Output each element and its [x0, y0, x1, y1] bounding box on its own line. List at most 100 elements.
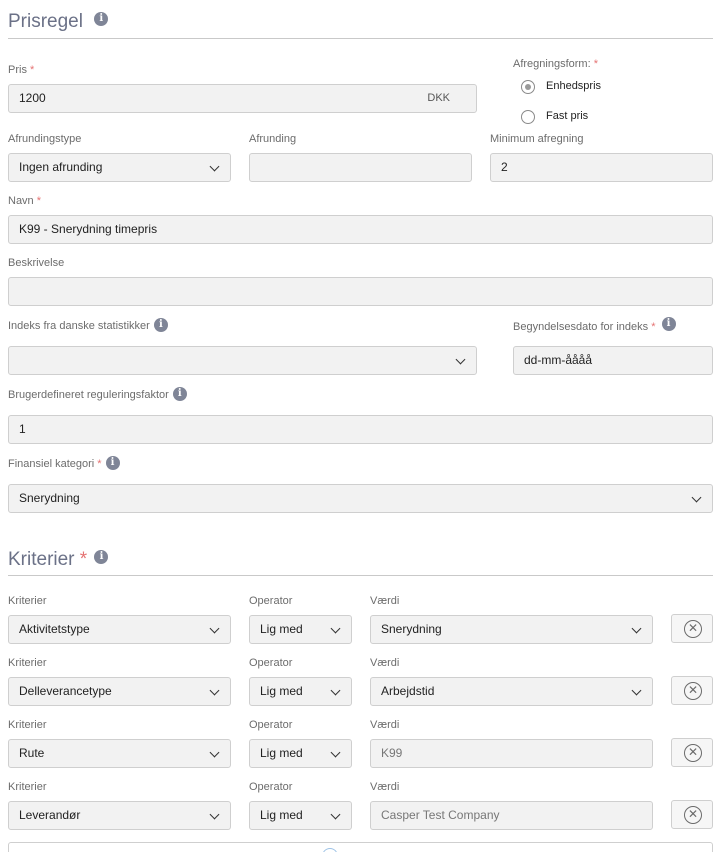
remove-criteria-button[interactable]: ✕ — [671, 738, 713, 767]
chevron-down-icon — [455, 354, 466, 365]
reguleringsfaktor-value: 1 — [19, 422, 26, 436]
pris-label: Pris * — [8, 64, 35, 76]
chevron-down-icon — [209, 809, 220, 820]
chevron-down-icon — [330, 809, 341, 820]
navn-value: K99 - Snerydning timepris — [19, 222, 158, 236]
divider — [8, 575, 713, 576]
kriterie-value: Leverandør — [19, 808, 81, 822]
radio-enhedspris[interactable] — [521, 80, 535, 94]
kriterie-value: Rute — [19, 746, 45, 760]
vaerdi-value: Arbejdstid — [381, 684, 435, 698]
prisregel-title-text: Prisregel — [8, 11, 83, 32]
divider — [8, 38, 713, 39]
vaerdi-label: Værdi — [370, 657, 400, 669]
finansiel-kategori-select[interactable]: Snerydning — [8, 484, 713, 513]
minimum-afregning-value: 2 — [501, 160, 508, 174]
afrunding-input[interactable] — [249, 153, 472, 182]
begyndelsesdato-label: Begyndelsesdato for indeks * i — [513, 317, 676, 334]
radio-fast-pris-label[interactable]: Fast pris — [546, 110, 588, 122]
finansiel-kategori-label: Finansiel kategori * i — [8, 456, 120, 471]
close-circle-icon: ✕ — [684, 806, 702, 824]
operator-value: Lig med — [260, 808, 303, 822]
vaerdi-value: K99 — [381, 746, 403, 760]
vaerdi-label: Værdi — [370, 595, 400, 607]
loading-spinner-icon — [322, 848, 338, 852]
pris-value: 1200 — [19, 91, 46, 105]
indeks-select[interactable] — [8, 346, 477, 375]
kriterie-label: Kriterier — [8, 781, 47, 793]
close-circle-icon: ✕ — [684, 620, 702, 638]
remove-criteria-button[interactable]: ✕ — [671, 676, 713, 705]
operator-value: Lig med — [260, 684, 303, 698]
vaerdi-label: Værdi — [370, 781, 400, 793]
vaerdi-value: Snerydning — [381, 622, 442, 636]
minimum-afregning-label: Minimum afregning — [490, 133, 584, 145]
reguleringsfaktor-label-text: Brugerdefineret reguleringsfaktor — [8, 388, 169, 401]
chevron-down-icon — [209, 747, 220, 758]
kriterie-label: Kriterier — [8, 657, 47, 669]
vaerdi-input[interactable]: Casper Test Company — [370, 801, 653, 830]
finansiel-kategori-value: Snerydning — [19, 491, 80, 505]
info-icon[interactable]: i — [94, 549, 109, 564]
finansiel-kategori-label-text: Finansiel kategori — [8, 457, 95, 470]
vaerdi-label: Værdi — [370, 719, 400, 731]
afregningsform-label: Afregningsform: * — [513, 58, 598, 70]
vaerdi-input[interactable]: K99 — [370, 739, 653, 768]
operator-label: Operator — [249, 657, 293, 669]
info-icon[interactable]: i — [105, 456, 120, 470]
operator-label: Operator — [249, 595, 293, 607]
section-kriterier-title: Kriterier * i — [8, 549, 109, 571]
kriterie-select[interactable]: Delleverancetype — [8, 677, 231, 706]
afregningsform-label-text: Afregningsform: — [513, 58, 591, 70]
remove-criteria-button[interactable]: ✕ — [671, 614, 713, 643]
operator-value: Lig med — [260, 622, 303, 636]
kriterie-value: Aktivitetstype — [19, 622, 90, 636]
kriterie-select[interactable]: Leverandør — [8, 801, 231, 830]
navn-label-text: Navn — [8, 195, 34, 207]
info-icon[interactable]: i — [661, 317, 676, 331]
vaerdi-select[interactable]: Arbejdstid — [370, 677, 653, 706]
afrundingstype-select[interactable]: Ingen afrunding — [8, 153, 231, 182]
minimum-afregning-input[interactable]: 2 — [490, 153, 713, 182]
operator-select[interactable]: Lig med — [249, 739, 352, 768]
begyndelsesdato-label-text: Begyndelsesdato for indeks — [513, 320, 649, 333]
operator-label: Operator — [249, 719, 293, 731]
remove-criteria-button[interactable]: ✕ — [671, 800, 713, 829]
info-icon[interactable]: i — [153, 318, 168, 332]
afrundingstype-value: Ingen afrunding — [19, 160, 103, 174]
info-icon[interactable]: i — [94, 11, 109, 26]
begyndelsesdato-input[interactable]: dd-mm-åååå — [513, 346, 713, 375]
kriterie-select[interactable]: Aktivitetstype — [8, 615, 231, 644]
info-icon[interactable]: i — [172, 387, 187, 401]
close-circle-icon: ✕ — [684, 682, 702, 700]
beskrivelse-label: Beskrivelse — [8, 257, 65, 269]
kriterier-title-text: Kriterier — [8, 549, 75, 570]
beskrivelse-input[interactable] — [8, 277, 713, 306]
chevron-down-icon — [330, 747, 341, 758]
close-circle-icon: ✕ — [684, 744, 702, 762]
operator-select[interactable]: Lig med — [249, 801, 352, 830]
operator-label: Operator — [249, 781, 293, 793]
chevron-down-icon — [631, 623, 642, 634]
chevron-down-icon — [330, 623, 341, 634]
radio-enhedspris-label[interactable]: Enhedspris — [546, 80, 601, 92]
indeks-label-text: Indeks fra danske statistikker — [8, 319, 150, 332]
afrundingstype-label: Afrundingstype — [8, 133, 82, 145]
reguleringsfaktor-label: Brugerdefineret reguleringsfaktor i — [8, 387, 187, 402]
operator-select[interactable]: Lig med — [249, 615, 352, 644]
kriterie-select[interactable]: Rute — [8, 739, 231, 768]
kriterie-value: Delleverancetype — [19, 684, 112, 698]
navn-input[interactable]: K99 - Snerydning timepris — [8, 215, 713, 244]
section-prisregel-title: Prisregel i — [8, 11, 109, 33]
add-criteria-area[interactable] — [8, 842, 713, 852]
reguleringsfaktor-input[interactable]: 1 — [8, 415, 713, 444]
vaerdi-select[interactable]: Snerydning — [370, 615, 653, 644]
chevron-down-icon — [209, 685, 220, 696]
pris-input[interactable]: 1200 DKK — [8, 84, 477, 113]
operator-select[interactable]: Lig med — [249, 677, 352, 706]
chevron-down-icon — [691, 492, 702, 503]
afrunding-label: Afrunding — [249, 133, 297, 145]
radio-fast-pris[interactable] — [521, 110, 535, 124]
navn-label: Navn * — [8, 195, 42, 207]
operator-value: Lig med — [260, 746, 303, 760]
